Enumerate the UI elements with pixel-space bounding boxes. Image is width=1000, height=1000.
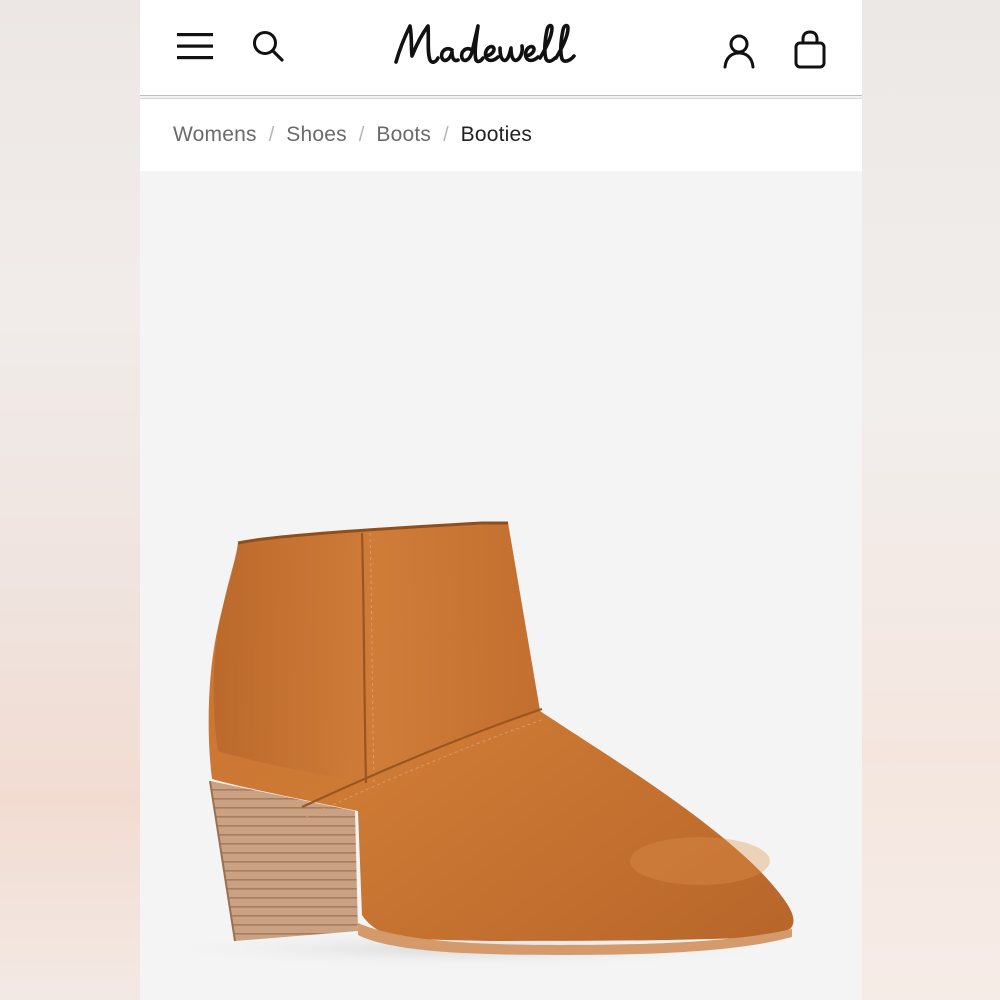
mobile-page: Womens / Shoes / Boots / Booties: [140, 0, 862, 1000]
search-icon: [253, 31, 284, 62]
madewell-logo[interactable]: [390, 18, 610, 80]
product-image: [140, 521, 800, 969]
menu-icon: [177, 33, 213, 60]
breadcrumb-womens[interactable]: Womens: [173, 123, 257, 147]
product-image-area[interactable]: [140, 171, 862, 1000]
blurred-background-right: [860, 0, 1000, 1000]
account-icon: [723, 34, 755, 69]
menu-button[interactable]: [174, 26, 216, 66]
shopping-bag-button[interactable]: [788, 28, 832, 72]
logo-script: [394, 23, 576, 64]
breadcrumb-shoes[interactable]: Shoes: [286, 123, 347, 147]
breadcrumb-separator: /: [358, 123, 365, 146]
account-button[interactable]: [718, 30, 760, 72]
breadcrumb-separator: /: [443, 123, 449, 146]
breadcrumb-separator: /: [268, 123, 275, 146]
breadcrumb-booties: Booties: [460, 123, 533, 146]
site-header: [140, 0, 862, 95]
breadcrumb: Womens / Shoes / Boots / Booties: [140, 99, 862, 171]
search-button[interactable]: [248, 26, 288, 66]
blurred-background-left: [0, 0, 140, 1000]
shopping-bag-icon: [794, 30, 826, 69]
breadcrumb-boots[interactable]: Boots: [376, 123, 431, 147]
